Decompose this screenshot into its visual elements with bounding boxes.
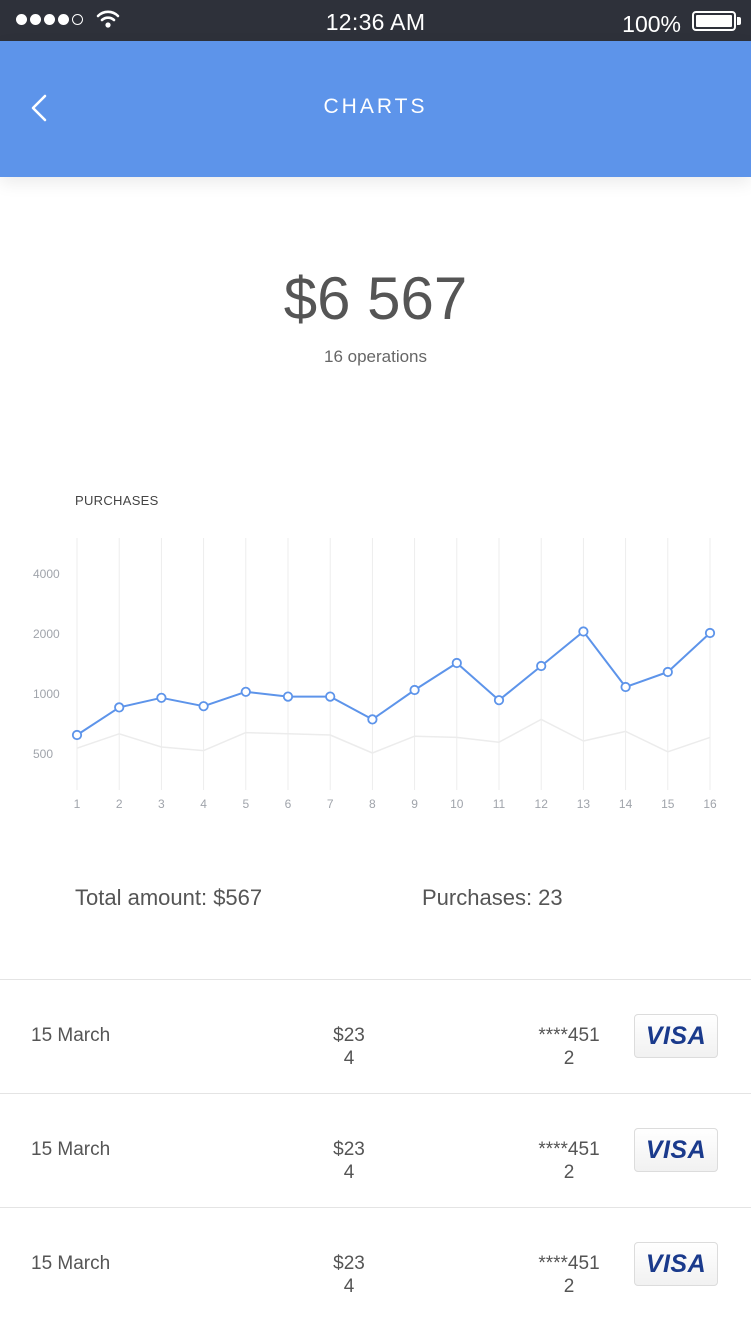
- card-number-line-2: 2: [563, 1048, 575, 1069]
- x-tick-label: 1: [74, 797, 81, 811]
- visa-card-badge[interactable]: VISA: [634, 1242, 718, 1286]
- transaction-amount: $23 4: [310, 1252, 388, 1298]
- x-tick-label: 13: [577, 797, 591, 811]
- y-tick-label: 1000: [33, 687, 60, 701]
- data-point: [114, 702, 125, 713]
- transaction-date: 15 March: [31, 1025, 111, 1046]
- card-number: ****451 2: [530, 1024, 608, 1070]
- data-point: [662, 666, 673, 678]
- visa-card-badge[interactable]: VISA: [634, 1128, 718, 1172]
- list-item[interactable]: 15 March $23 4 ****451 2 VISA: [0, 1207, 751, 1321]
- x-tick-label: 6: [285, 797, 292, 811]
- total-amount-label: Total amount: $567: [75, 885, 263, 910]
- x-tick-label: 9: [411, 797, 418, 811]
- data-point: [367, 714, 378, 725]
- data-point: [620, 681, 631, 693]
- battery-icon: [692, 11, 736, 31]
- visa-card-badge[interactable]: VISA: [634, 1014, 718, 1058]
- data-point: [198, 701, 209, 712]
- x-tick-label: 4: [200, 797, 207, 811]
- visa-logo: VISA: [645, 1135, 707, 1164]
- data-point: [325, 691, 336, 702]
- card-number-line-1: ****451: [538, 1253, 600, 1274]
- visa-logo: VISA: [645, 1021, 707, 1050]
- card-number-line-1: ****451: [538, 1025, 600, 1046]
- transaction-date: 15 March: [31, 1253, 111, 1274]
- transaction-amount-line-1: $23: [333, 1025, 365, 1046]
- card-number-line-2: 2: [563, 1162, 575, 1183]
- purchases-chart: 4000200010005001 2 3 4 5 6 7 8 9 10 11 12 13 14 15 16: [33, 538, 717, 811]
- x-tick-label: 12: [535, 797, 549, 811]
- card-number-line-1: ****451: [538, 1139, 600, 1160]
- data-point: [578, 626, 589, 637]
- y-tick-label: 500: [33, 747, 53, 761]
- navigation-bar: CHARTS: [0, 41, 751, 177]
- transaction-amount-line-1: $23: [333, 1253, 365, 1274]
- visa-logo: VISA: [645, 1249, 707, 1278]
- transaction-amount: $23 4: [310, 1138, 388, 1184]
- total-balance: $6 567: [283, 265, 468, 332]
- purchases-count-label: Purchases: 23: [422, 885, 563, 910]
- data-point: [536, 660, 547, 672]
- x-tick-label: 11: [493, 797, 506, 811]
- card-number-line-2: 2: [563, 1276, 575, 1297]
- x-tick-label: 14: [619, 797, 633, 811]
- list-item[interactable]: 15 March $23 4 ****451 2 VISA: [0, 979, 751, 1093]
- x-tick-label: 8: [369, 797, 376, 811]
- data-point: [71, 729, 83, 741]
- card-number: ****451 2: [530, 1138, 608, 1184]
- y-tick-label: 2000: [33, 627, 60, 641]
- operations-count: 16 operations: [323, 347, 428, 366]
- transaction-amount-line-1: $23: [333, 1139, 365, 1160]
- battery-percentage: 100%: [622, 11, 681, 37]
- x-tick-label: 15: [661, 797, 675, 811]
- chart-title: PURCHASES: [75, 493, 159, 508]
- x-tick-label: 16: [703, 797, 717, 811]
- x-tick-label: 5: [242, 797, 249, 811]
- data-point: [704, 627, 716, 639]
- x-tick-label: 3: [158, 797, 165, 811]
- transaction-amount: $23 4: [310, 1024, 388, 1070]
- transaction-amount-line-2: 4: [343, 1048, 355, 1069]
- transactions-list: 15 March $23 4 ****451 2 VISA 15 March $…: [0, 979, 751, 1321]
- page-title: CHARTS: [323, 95, 428, 118]
- data-point: [451, 657, 462, 669]
- series-line-primary: [76, 630, 711, 736]
- x-tick-label: 7: [327, 797, 334, 811]
- list-item[interactable]: 15 March $23 4 ****451 2 VISA: [0, 1093, 751, 1207]
- battery-tip: [737, 17, 741, 25]
- transaction-amount-line-2: 4: [343, 1162, 355, 1183]
- status-bar: 12:36 AM 100%: [0, 0, 751, 41]
- data-point: [156, 692, 167, 703]
- data-point: [240, 686, 251, 697]
- transaction-amount-line-2: 4: [343, 1276, 355, 1297]
- data-point: [493, 695, 505, 706]
- data-point: [282, 691, 294, 702]
- transaction-date: 15 March: [31, 1139, 111, 1160]
- y-tick-label: 4000: [33, 567, 60, 581]
- x-tick-label: 2: [116, 797, 123, 811]
- card-number: ****451 2: [530, 1252, 608, 1298]
- x-tick-label: 10: [450, 797, 464, 811]
- series-line-secondary: [76, 718, 711, 754]
- data-point: [409, 684, 420, 696]
